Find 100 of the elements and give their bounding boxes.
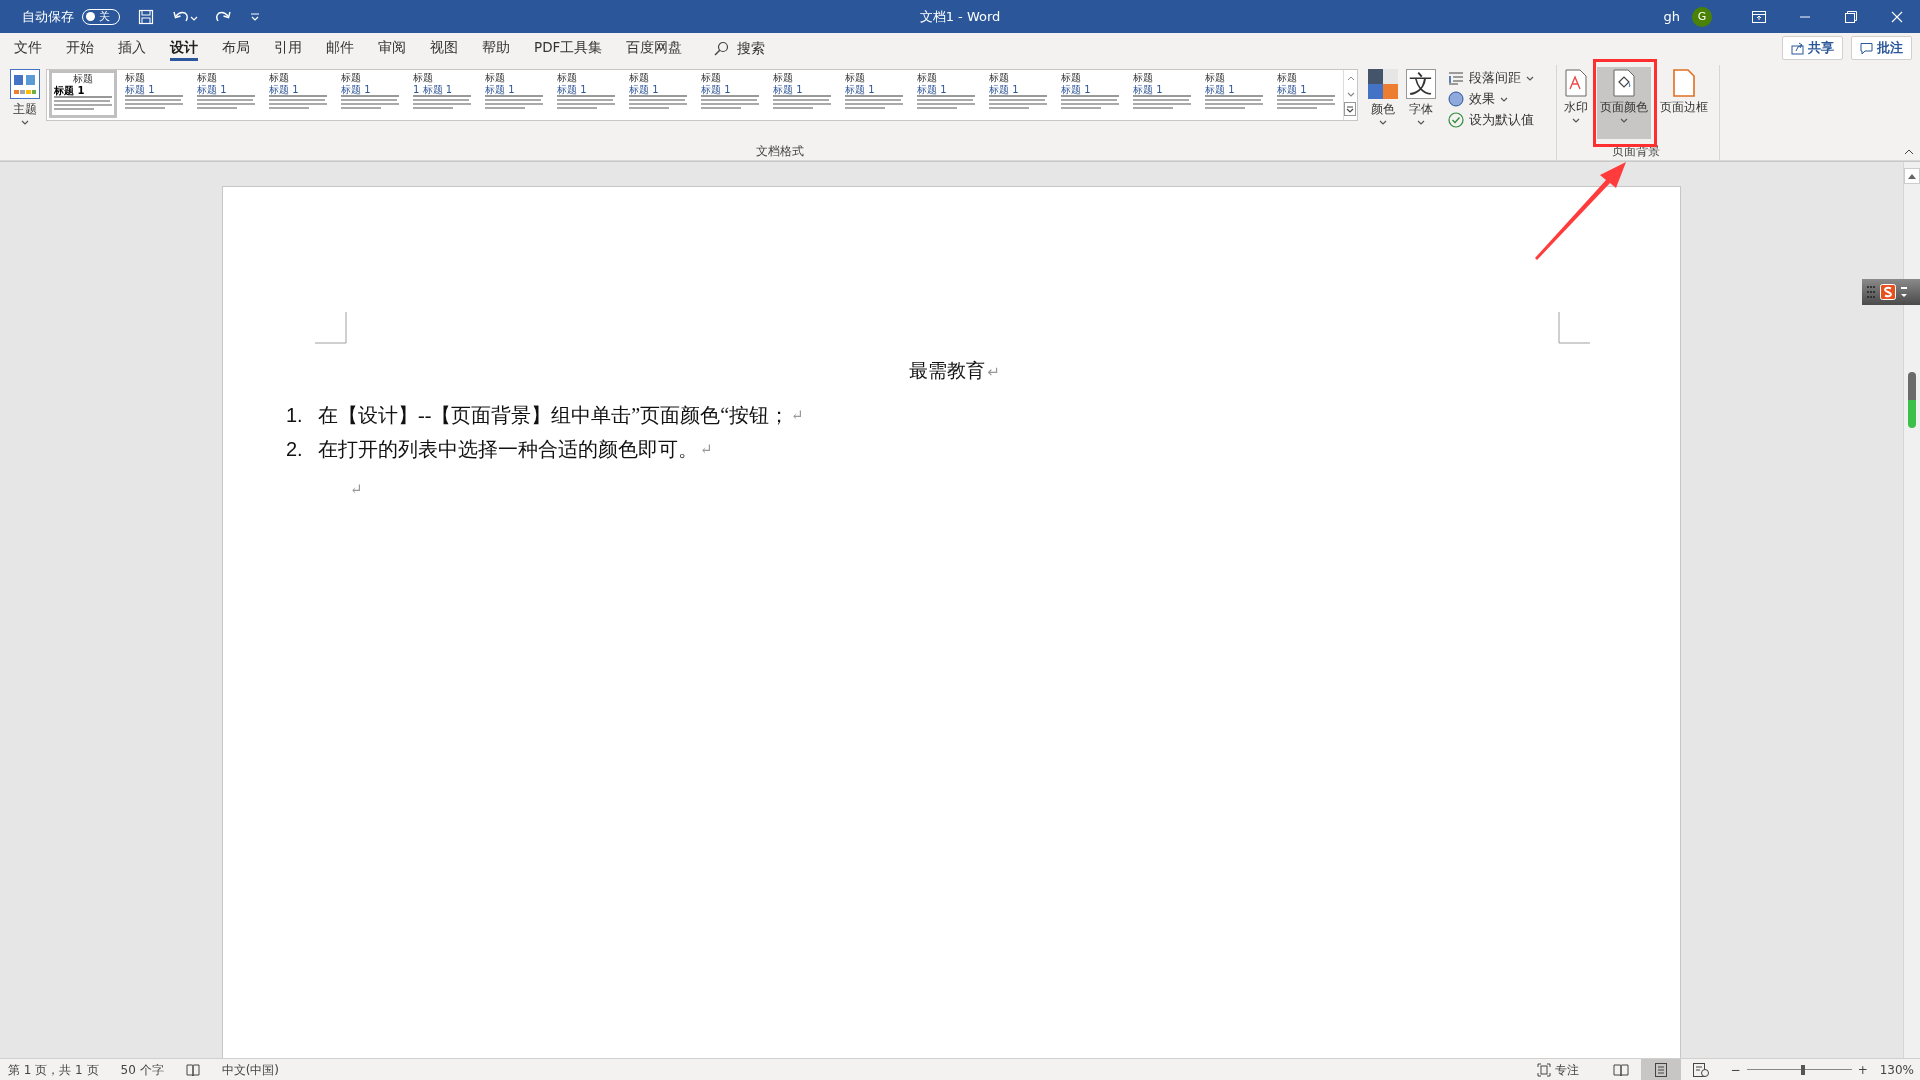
ribbon-tab[interactable]: 审阅 bbox=[366, 33, 418, 63]
zoom-level[interactable]: 130% bbox=[1879, 1063, 1914, 1077]
proofing-book-icon[interactable] bbox=[185, 1063, 200, 1077]
ribbon-tab[interactable]: 文件 bbox=[2, 33, 54, 63]
text-lines-drawing bbox=[125, 95, 183, 109]
set-default-button[interactable]: 设为默认值 bbox=[1448, 111, 1552, 129]
page-background-button[interactable]: 水印 bbox=[1561, 67, 1591, 139]
ime-menu-icon[interactable] bbox=[1900, 285, 1908, 299]
style-heading-text: 标题 1 bbox=[989, 84, 1020, 95]
check-circle-icon bbox=[1448, 112, 1464, 128]
style-heading-text: 标题 1 bbox=[197, 84, 228, 95]
ribbon-tab[interactable]: 视图 bbox=[418, 33, 470, 63]
style-title-text: 标题 bbox=[629, 72, 650, 84]
zoom-in-button[interactable]: + bbox=[1857, 1059, 1868, 1080]
text-lines-drawing bbox=[1277, 95, 1335, 109]
group-label: 文档格式 bbox=[755, 143, 805, 160]
caret-icon bbox=[1572, 118, 1580, 123]
user-avatar[interactable]: G bbox=[1692, 6, 1712, 27]
ribbon-tab[interactable]: 帮助 bbox=[470, 33, 522, 63]
ribbon-tab[interactable]: 设计 bbox=[158, 33, 210, 63]
fonts-button[interactable]: 文 字体 bbox=[1404, 67, 1438, 139]
scroll-up-icon[interactable] bbox=[1904, 168, 1920, 184]
ribbon-tab[interactable]: 邮件 bbox=[314, 33, 366, 63]
margin-corner-mark bbox=[1558, 312, 1590, 344]
zoom-out-button[interactable]: − bbox=[1730, 1059, 1741, 1080]
text-lines-drawing bbox=[1205, 95, 1263, 109]
style-thumbnail[interactable]: 标题 标题 1 bbox=[49, 70, 117, 118]
style-heading-text: 标题 1 bbox=[845, 84, 876, 95]
style-heading-text: 标题 1 bbox=[269, 84, 300, 95]
fonts-icon: 文 bbox=[1406, 69, 1436, 99]
text-lines-drawing bbox=[629, 95, 687, 109]
caret-icon bbox=[21, 120, 29, 125]
page-count[interactable]: 第 1 页，共 1 页 bbox=[8, 1061, 99, 1079]
page-border-icon bbox=[1673, 69, 1695, 97]
ribbon-tab[interactable]: 插入 bbox=[106, 33, 158, 63]
page-background-button[interactable]: 页面边框 bbox=[1657, 67, 1711, 139]
style-heading-text: 标题 1 bbox=[125, 84, 156, 95]
list-item-text: 在打开的列表中选择一种合适的颜色即可。 bbox=[318, 437, 698, 462]
style-title-text: 标题 bbox=[557, 72, 578, 84]
focus-icon bbox=[1536, 1063, 1551, 1077]
style-heading-text: 标题 1 bbox=[557, 84, 588, 95]
focus-button[interactable]: 专注 bbox=[1536, 1059, 1579, 1080]
style-heading-text: 标题 1 bbox=[1277, 84, 1308, 95]
color-palette-icon bbox=[1368, 69, 1398, 99]
zoom-slider[interactable] bbox=[1746, 1065, 1852, 1075]
ribbon-tab[interactable]: 布局 bbox=[210, 33, 262, 63]
paint-bucket-page-icon bbox=[1613, 69, 1635, 97]
style-title-text: 标题 bbox=[197, 72, 218, 84]
style-heading-text: 标题 1 bbox=[1061, 84, 1092, 95]
scroll-thumb[interactable] bbox=[1908, 372, 1916, 428]
ribbon-tab[interactable]: PDF工具集 bbox=[522, 33, 615, 63]
style-title-text: 标题 bbox=[1205, 72, 1226, 84]
paragraph-mark: ↵ bbox=[700, 440, 713, 459]
style-title-text: 标题 bbox=[845, 72, 866, 84]
customize-toolbar-icon[interactable] bbox=[250, 11, 260, 22]
save-icon[interactable] bbox=[138, 8, 154, 25]
text-lines-drawing bbox=[845, 95, 903, 109]
window-title: 文档1 - Word bbox=[919, 7, 1001, 26]
style-title-text: 标题 bbox=[485, 72, 506, 84]
style-heading-text: 标题 1 bbox=[1133, 84, 1164, 95]
text-lines-drawing bbox=[917, 95, 975, 109]
style-title-text: 标题 bbox=[413, 72, 434, 84]
search-field[interactable]: 搜索 bbox=[737, 40, 798, 56]
comments-button[interactable]: 批注 bbox=[1851, 36, 1912, 60]
ime-toolbar[interactable] bbox=[1862, 279, 1920, 305]
ribbon-tab[interactable]: 开始 bbox=[54, 33, 106, 63]
style-title-text: 标题 bbox=[701, 72, 722, 84]
ribbon-tab[interactable]: 百度网盘 bbox=[614, 33, 695, 63]
paragraph-spacing-button[interactable]: 段落间距 bbox=[1448, 69, 1552, 87]
text-lines-drawing bbox=[1061, 95, 1119, 109]
language-status[interactable]: 中文(中国) bbox=[221, 1061, 279, 1079]
vertical-scrollbar[interactable] bbox=[1903, 162, 1920, 1058]
theme-icon bbox=[10, 69, 40, 99]
style-title-text: 标题 bbox=[341, 72, 362, 84]
open-book-icon bbox=[1612, 1063, 1629, 1077]
caret-icon bbox=[1417, 120, 1425, 125]
ime-logo-icon[interactable] bbox=[1880, 284, 1896, 300]
style-heading-text: 标题 1 bbox=[341, 84, 372, 95]
style-title-text: 标题 bbox=[1133, 72, 1154, 84]
web-page-icon bbox=[1692, 1063, 1709, 1077]
style-title-text: 标题 bbox=[1061, 72, 1082, 84]
caret-icon bbox=[1526, 75, 1534, 81]
page-background-button[interactable]: 页面颜色 bbox=[1597, 67, 1651, 139]
view-button[interactable] bbox=[1640, 1059, 1681, 1080]
search-icon[interactable] bbox=[714, 40, 730, 56]
style-heading-text: 标题 1 bbox=[701, 84, 732, 95]
style-title-text: 标题 bbox=[125, 72, 146, 84]
more-styles-icon[interactable] bbox=[1344, 102, 1356, 116]
share-button[interactable]: 共享 bbox=[1782, 36, 1843, 60]
effects-button[interactable]: 效果 bbox=[1448, 90, 1552, 108]
share-icon bbox=[1791, 41, 1804, 55]
grip-icon[interactable] bbox=[1866, 285, 1876, 299]
paragraph-mark: ↵ bbox=[350, 481, 363, 497]
colors-button[interactable]: 颜色 bbox=[1366, 67, 1400, 139]
text-lines-drawing bbox=[557, 95, 615, 109]
text-lines-drawing bbox=[413, 95, 471, 109]
ribbon-tab[interactable]: 引用 bbox=[262, 33, 314, 63]
word-count[interactable]: 50 个字 bbox=[120, 1061, 164, 1079]
theme-button[interactable]: 主题 bbox=[8, 67, 42, 139]
zoom-slider-thumb[interactable] bbox=[1801, 1065, 1806, 1075]
